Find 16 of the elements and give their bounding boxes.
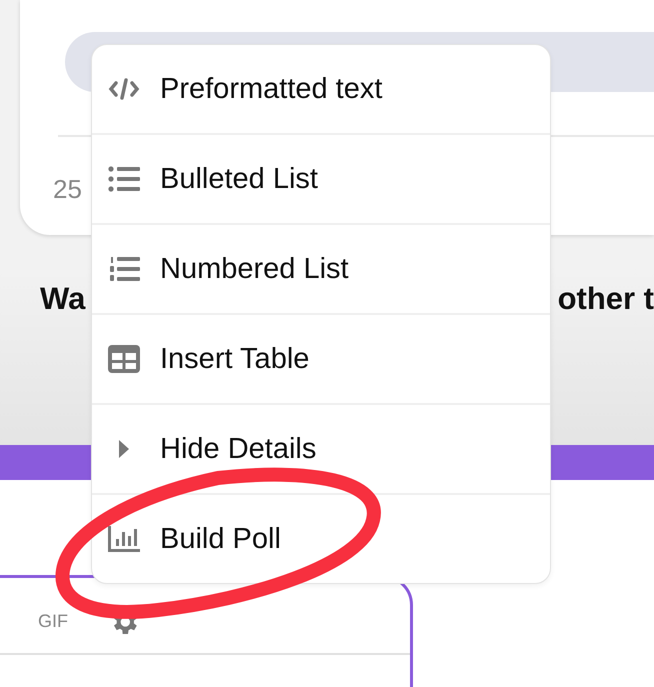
heading-text: other t	[558, 281, 654, 317]
menu-item[interactable]: Hide Details	[92, 403, 550, 493]
table-icon	[108, 345, 140, 373]
menu-item[interactable]: Bulleted List	[92, 133, 550, 223]
count-text: 25	[53, 174, 82, 205]
menu-item[interactable]: Insert Table	[92, 313, 550, 403]
heading-text: Wa	[40, 281, 86, 317]
menu-item[interactable]: Build Poll	[92, 493, 550, 583]
bar-chart-icon	[108, 526, 140, 552]
menu-item[interactable]: Numbered List	[92, 223, 550, 313]
menu-item[interactable]: Preformatted text	[92, 45, 550, 133]
list-icon	[108, 166, 140, 192]
code-icon	[108, 77, 140, 101]
caret-icon	[118, 439, 130, 459]
numbered-list-icon	[108, 256, 140, 282]
gif-button[interactable]: GIF	[38, 611, 68, 632]
